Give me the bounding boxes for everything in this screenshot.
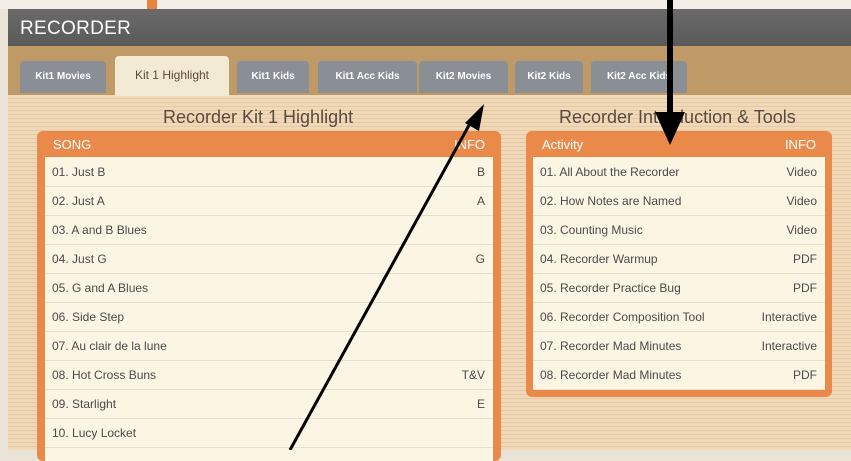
annotation-arrows (288, 0, 685, 450)
down-arrow-head (655, 112, 685, 145)
diagonal-arrow-shaft (288, 117, 475, 450)
